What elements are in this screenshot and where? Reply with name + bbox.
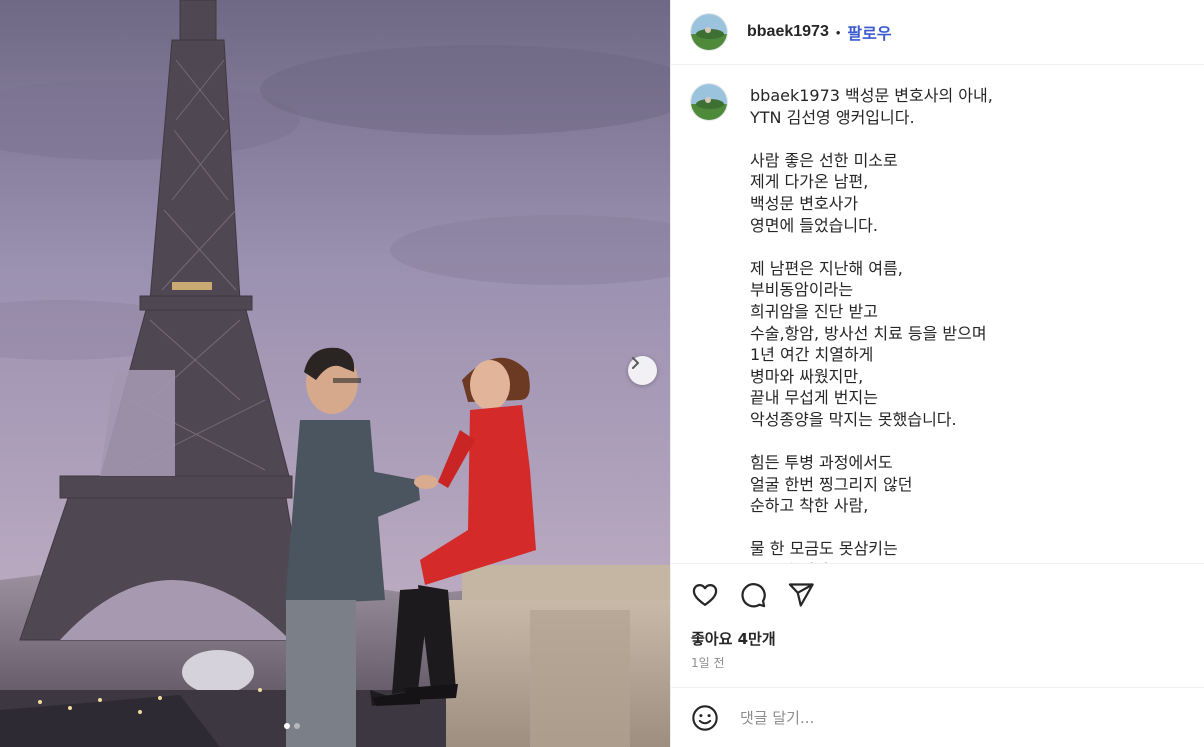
profile-photo	[691, 14, 727, 50]
share-button[interactable]	[786, 580, 816, 610]
share-icon	[788, 583, 814, 607]
comment-button[interactable]	[738, 580, 768, 610]
caption-username[interactable]: bbaek1973	[750, 86, 840, 105]
caption-text: 백성문 변호사의 아내, YTN 김선영 앵커입니다. 사람 좋은 선한 미소로…	[750, 86, 993, 563]
post-time[interactable]: 1일 전	[691, 654, 725, 671]
carousel-dots	[284, 723, 300, 729]
comment-bar	[671, 687, 1204, 747]
follow-button[interactable]: 팔로우	[847, 20, 891, 44]
comment-icon	[741, 583, 766, 608]
eiffel-tower-couple-photo	[0, 0, 670, 747]
likes-count[interactable]: 좋아요 4만개	[691, 628, 776, 649]
username[interactable]: bbaek1973	[747, 23, 829, 41]
heart-icon	[692, 583, 718, 607]
profile-photo	[691, 84, 727, 120]
caption-avatar[interactable]	[690, 83, 728, 121]
chevron-right-icon	[632, 357, 639, 369]
caption-area: bbaek1973 백성문 변호사의 아내, YTN 김선영 앵커입니다. 사람…	[671, 66, 1204, 563]
carousel-dot	[294, 723, 300, 729]
next-photo-button[interactable]	[628, 356, 657, 385]
carousel-dot	[284, 723, 290, 729]
like-button[interactable]	[690, 580, 720, 610]
post-side-panel: bbaek1973 • 팔로우 bbaek1973 백성문 변호사의 아내, Y…	[670, 0, 1204, 747]
action-icons	[690, 580, 816, 610]
emoji-icon	[692, 704, 718, 731]
avatar[interactable]	[690, 13, 728, 51]
emoji-button[interactable]	[690, 703, 720, 733]
comment-input[interactable]	[740, 708, 1170, 727]
actions-bar: 좋아요 4만개 1일 전	[671, 563, 1204, 687]
post-photo[interactable]	[0, 0, 670, 747]
caption: bbaek1973 백성문 변호사의 아내, YTN 김선영 앵커입니다. 사람…	[750, 85, 1190, 563]
post-header: bbaek1973 • 팔로우	[671, 0, 1204, 65]
separator-dot: •	[835, 24, 841, 40]
